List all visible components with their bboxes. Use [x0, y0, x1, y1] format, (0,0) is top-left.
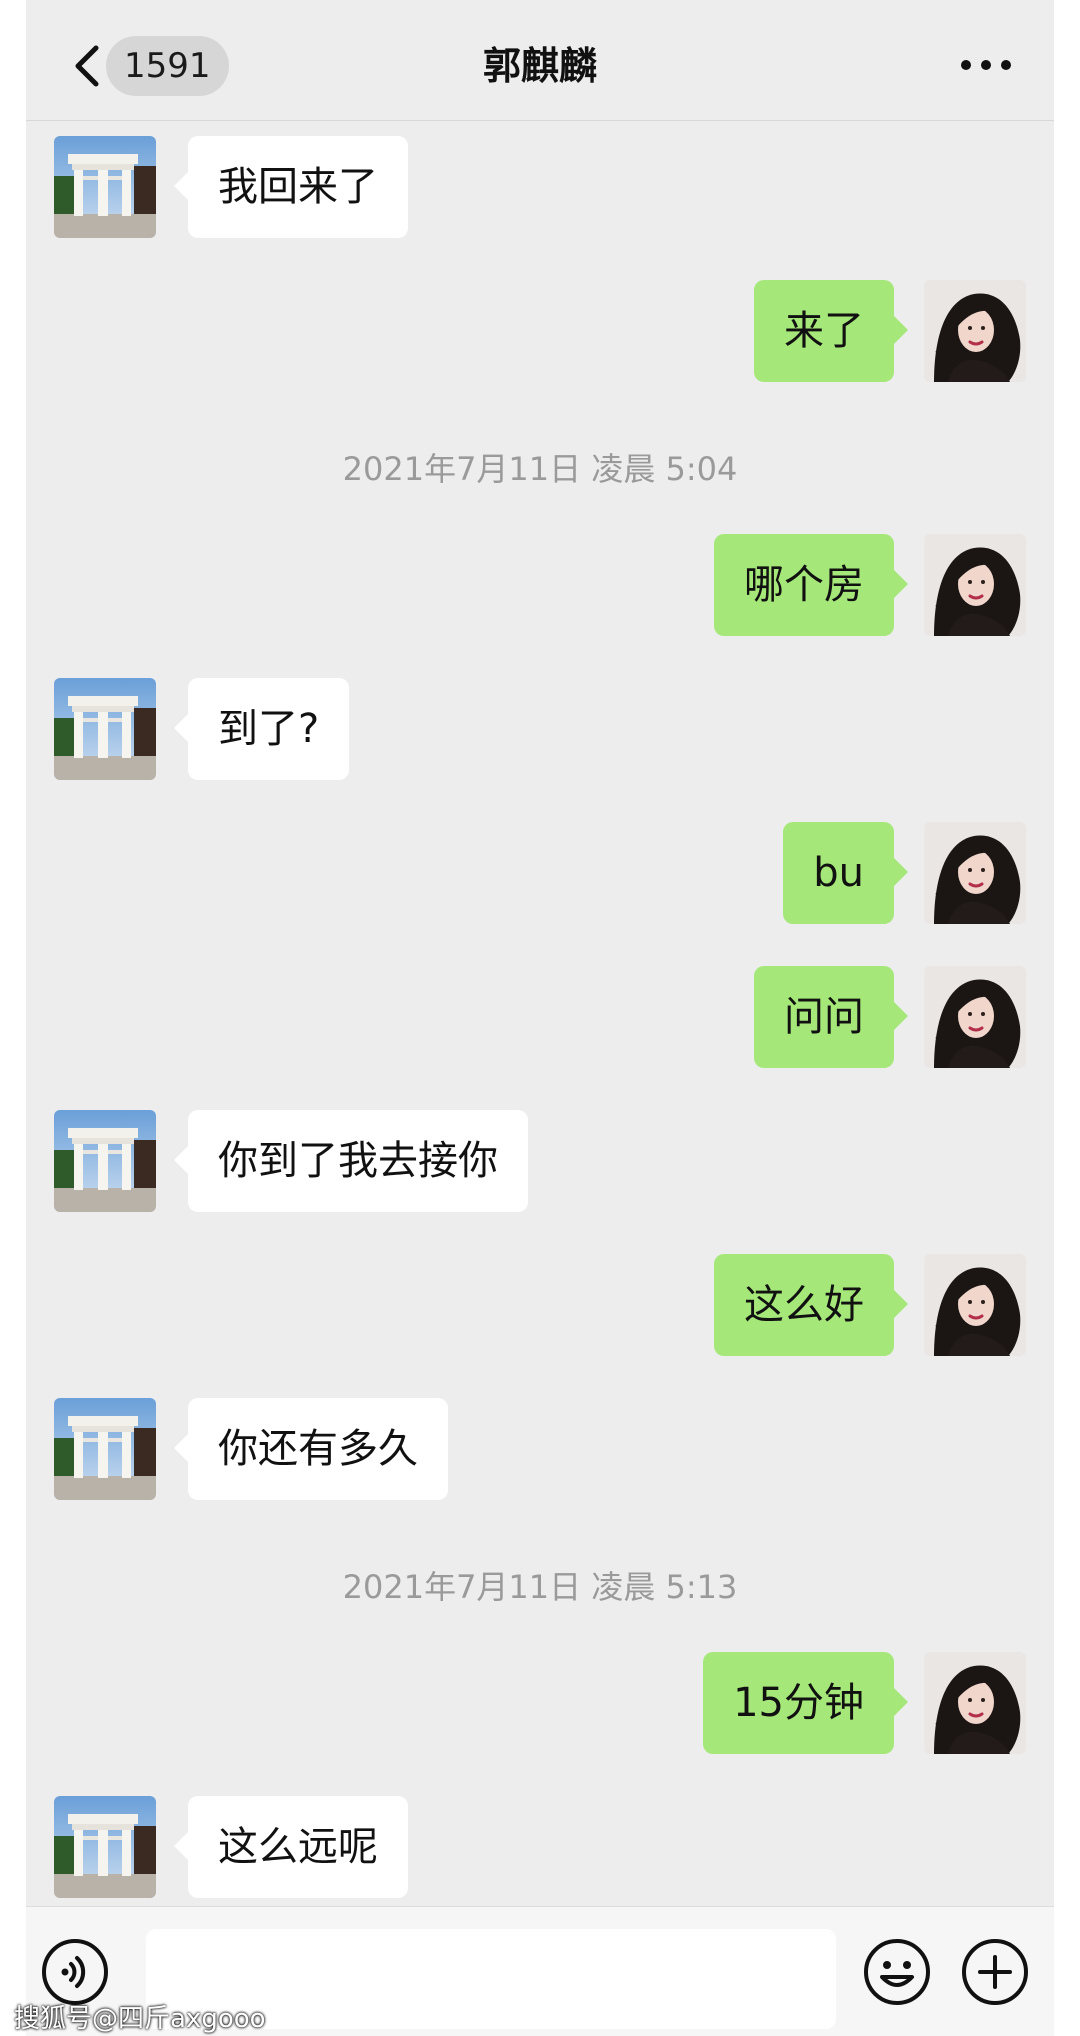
message-outgoing: bu [26, 822, 1054, 924]
my-avatar[interactable] [924, 1652, 1026, 1754]
message-bubble[interactable]: bu [783, 822, 908, 924]
page: 1591 郭麒麟 我回来了 来了 2021年7月11日 凌晨 5:04 哪个房 … [0, 0, 1080, 2036]
my-avatar[interactable] [924, 280, 1026, 382]
message-bubble[interactable]: 你到了我去接你 [174, 1110, 528, 1212]
archway-photo-icon [54, 1398, 156, 1500]
profile-photo-icon [924, 534, 1026, 636]
contact-avatar[interactable] [54, 136, 156, 238]
message-bubble[interactable]: 我回来了 [174, 136, 408, 238]
archway-photo-icon [54, 678, 156, 780]
profile-photo-icon [924, 1254, 1026, 1356]
chat-header: 1591 郭麒麟 [26, 0, 1054, 121]
my-avatar[interactable] [924, 822, 1026, 924]
profile-photo-icon [924, 1652, 1026, 1754]
my-avatar[interactable] [924, 1254, 1026, 1356]
profile-photo-icon [924, 822, 1026, 924]
timestamp: 2021年7月11日 凌晨 5:04 [342, 450, 738, 488]
archway-photo-icon [54, 1110, 156, 1212]
contact-avatar[interactable] [54, 1110, 156, 1212]
chat-title: 郭麒麟 [482, 44, 597, 88]
message-bubble[interactable]: 问问 [754, 966, 908, 1068]
message-incoming: 到了? [26, 678, 1054, 780]
message-bubble[interactable]: 来了 [754, 280, 908, 382]
message-bubble[interactable]: 哪个房 [714, 534, 908, 636]
my-avatar[interactable] [924, 966, 1026, 1068]
message-incoming: 你还有多久 [26, 1398, 1054, 1500]
message-bubble[interactable]: 15分钟 [703, 1652, 908, 1754]
timestamp: 2021年7月11日 凌晨 5:13 [342, 1568, 738, 1606]
voice-button[interactable] [40, 1937, 110, 2007]
message-outgoing: 哪个房 [26, 534, 1054, 636]
message-incoming: 我回来了 [26, 136, 1054, 238]
plus-button[interactable] [960, 1937, 1030, 2007]
my-avatar[interactable] [924, 534, 1026, 636]
message-outgoing: 15分钟 [26, 1652, 1054, 1754]
chat-screen: 1591 郭麒麟 我回来了 来了 2021年7月11日 凌晨 5:04 哪个房 … [26, 0, 1054, 2036]
emoji-icon [864, 1939, 930, 2005]
watermark: 搜狐号@四斤axgooo [14, 2004, 266, 2034]
contact-avatar[interactable] [54, 1398, 156, 1500]
message-bubble[interactable]: 到了? [173, 678, 350, 780]
archway-photo-icon [54, 136, 156, 238]
profile-photo-icon [924, 966, 1026, 1068]
contact-avatar[interactable] [54, 1796, 156, 1898]
message-outgoing: 问问 [26, 966, 1054, 1068]
message-outgoing: 来了 [26, 280, 1054, 382]
message-incoming: 你到了我去接你 [26, 1110, 1054, 1212]
voice-icon [42, 1939, 108, 2005]
more-dots-icon [961, 60, 1011, 70]
message-bubble[interactable]: 你还有多久 [174, 1398, 448, 1500]
message-bubble[interactable]: 这么远呢 [174, 1796, 408, 1898]
contact-avatar[interactable] [54, 678, 156, 780]
profile-photo-icon [924, 280, 1026, 382]
message-bubble[interactable]: 这么好 [714, 1254, 908, 1356]
message-outgoing: 这么好 [26, 1254, 1054, 1356]
message-incoming: 这么远呢 [26, 1796, 1054, 1898]
more-button[interactable] [956, 50, 1016, 80]
plus-icon [962, 1939, 1028, 2005]
archway-photo-icon [54, 1796, 156, 1898]
emoji-button[interactable] [862, 1937, 932, 2007]
